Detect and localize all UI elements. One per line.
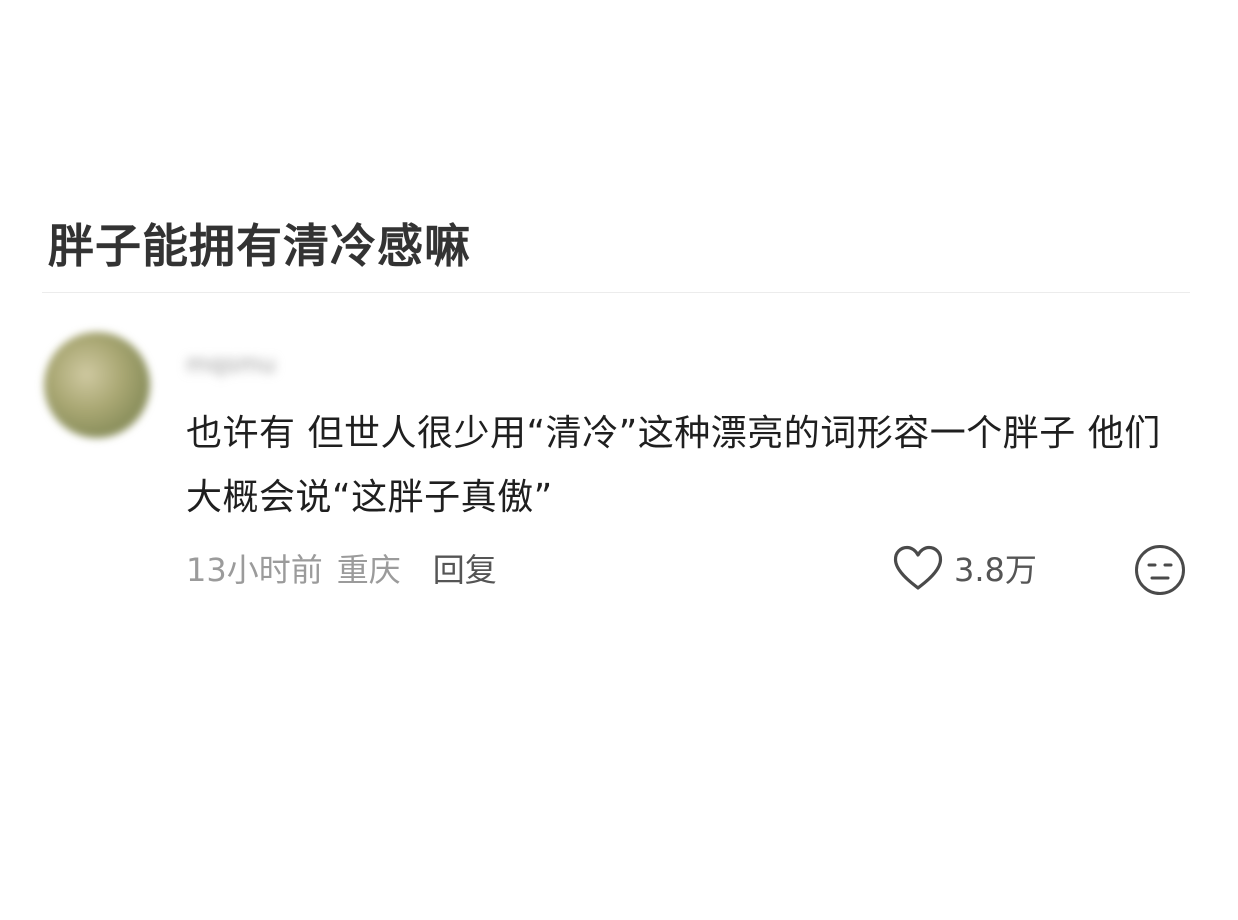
post-title: 胖子能拥有清冷感嘛 <box>48 219 471 273</box>
like-button[interactable]: 3.8万 <box>892 540 1037 596</box>
neutral-face-icon <box>1135 545 1185 595</box>
comment-meta: 13小时前 重庆 回复 <box>186 540 497 596</box>
reaction-button[interactable] <box>1134 544 1186 596</box>
like-count: 3.8万 <box>954 551 1037 589</box>
comment-username[interactable]: mqsmu <box>186 350 276 378</box>
comment-time: 13小时前 <box>186 551 323 589</box>
title-divider <box>42 292 1190 293</box>
avatar[interactable] <box>44 332 150 438</box>
heart-outline-icon <box>893 545 943 590</box>
reply-button[interactable]: 回复 <box>433 545 497 591</box>
comment-text: 也许有 但世人很少用“清冷”这种漂亮的词形容一个胖子 他们大概会说“这胖子真傲” <box>186 413 1161 518</box>
comment-location: 重庆 <box>336 551 401 589</box>
